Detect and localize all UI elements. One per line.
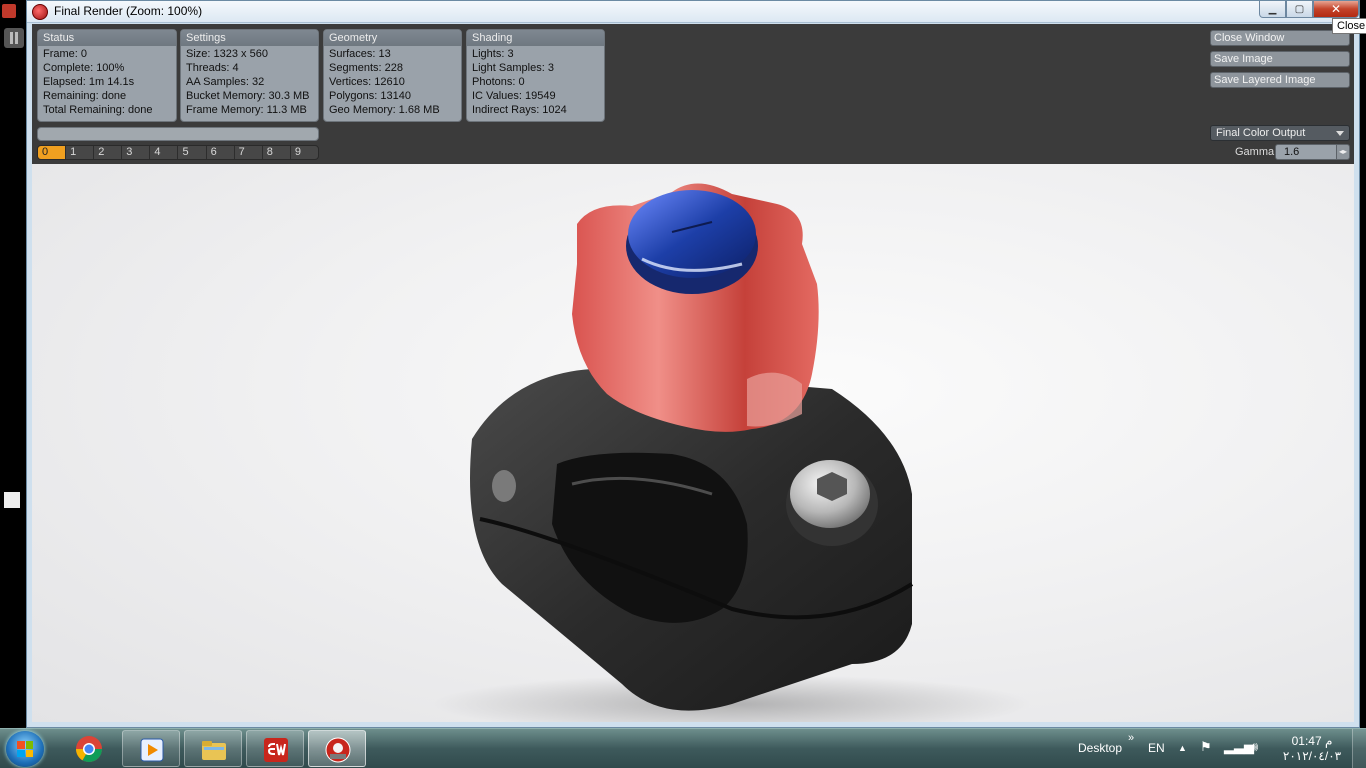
frame-tab-6[interactable]: 6 [207,146,235,159]
render-progress-bar [37,127,319,141]
gamma-spinner[interactable]: ◂▸ [1337,144,1350,160]
clock-date: ٢٠١٢/٠٤/٠٣ [1282,749,1342,763]
shading-ic-values: IC Values: 19549 [472,90,556,102]
background-widget [4,492,20,508]
render-info-panel: Status Frame: 0 Complete: 100% Elapsed: … [32,24,1354,164]
settings-threads: Threads: 4 [186,62,239,74]
minimize-button[interactable]: ▁ [1259,1,1286,18]
status-elapsed: Elapsed: 1m 14.1s [43,76,135,88]
status-panel: Status Frame: 0 Complete: 100% Elapsed: … [37,29,177,122]
shading-panel: Shading Lights: 3 Light Samples: 3 Photo… [466,29,605,122]
flag-icon[interactable]: ⚑ [1200,739,1212,755]
chrome-icon [75,736,103,763]
status-remaining: Remaining: done [43,90,127,102]
rendered-clamp-image [432,183,1032,722]
close-window-button[interactable]: Close Window [1210,30,1350,46]
geometry-polygons: Polygons: 13140 [329,90,411,102]
pause-icon[interactable] [4,28,24,48]
windows-logo-icon [17,741,33,757]
show-desktop-button[interactable] [1352,729,1366,768]
frame-tab-5[interactable]: 5 [178,146,207,159]
settings-header: Settings [181,30,318,46]
shading-header: Shading [467,30,604,46]
geometry-segments: Segments: 228 [329,62,403,74]
system-clock[interactable]: 01:47 م ٢٠١٢/٠٤/٠٣ [1282,734,1342,764]
close-tooltip: Close [1332,18,1366,34]
media-player-icon [140,738,164,762]
close-button[interactable]: ✕ [1313,1,1359,18]
frame-tab-7[interactable]: 7 [235,146,263,159]
render-app-icon[interactable] [32,4,48,20]
shading-indirect-rays: Indirect Rays: 1024 [472,104,567,116]
volume-icon[interactable]: 🔊︎ [1250,739,1258,755]
settings-size: Size: 1323 x 560 [186,48,268,60]
frame-tab-1[interactable]: 1 [66,146,95,159]
geometry-header: Geometry [324,30,461,46]
title-bar[interactable]: Final Render (Zoom: 100%) ▁ ▢ ✕ [27,1,1359,23]
save-image-button[interactable]: Save Image [1210,51,1350,67]
desktop-toolbar-label[interactable]: Desktop [1078,741,1122,755]
output-select[interactable]: Final Color Output [1210,125,1350,141]
frame-tab-9[interactable]: 9 [291,146,318,159]
geometry-memory: Geo Memory: 1.68 MB [329,104,440,116]
gamma-input[interactable]: 1.6 [1275,144,1337,160]
frame-selector: 0 1 2 3 4 5 6 7 8 9 [37,145,319,160]
geometry-panel: Geometry Surfaces: 13 Segments: 228 Vert… [323,29,462,122]
folder-icon [202,741,226,760]
shading-photons: Photons: 0 [472,76,525,88]
background-app-icon[interactable] [2,4,16,18]
frame-tab-3[interactable]: 3 [122,146,151,159]
shading-lights: Lights: 3 [472,48,514,60]
start-button[interactable] [6,731,44,767]
geometry-surfaces: Surfaces: 13 [329,48,391,60]
taskbar-explorer[interactable] [184,730,242,767]
window-controls: ▁ ▢ ✕ [1259,1,1359,19]
status-total-remaining: Total Remaining: done [43,104,153,116]
window-title: Final Render (Zoom: 100%) [54,4,203,18]
chevron-down-icon [1336,131,1344,136]
taskbar-solidworks[interactable] [246,730,304,767]
settings-bucket-memory: Bucket Memory: 30.3 MB [186,90,310,102]
toolbar-expand-icon[interactable]: » [1128,732,1134,744]
geometry-vertices: Vertices: 12610 [329,76,405,88]
settings-aa-samples: AA Samples: 32 [186,76,265,88]
solidworks-icon [264,738,288,762]
status-complete: Complete: 100% [43,62,125,74]
taskbar: Desktop » EN ▲ ⚑ ▂▃▅ 🔊︎ 01:47 م ٢٠١٢/٠٤/… [0,728,1366,768]
final-render-window: Final Render (Zoom: 100%) ▁ ▢ ✕ Status F… [26,0,1360,728]
settings-frame-memory: Frame Memory: 11.3 MB [186,104,307,116]
save-layered-image-button[interactable]: Save Layered Image [1210,72,1350,88]
frame-tab-4[interactable]: 4 [150,146,179,159]
language-indicator[interactable]: EN [1148,741,1165,755]
settings-panel: Settings Size: 1323 x 560 Threads: 4 AA … [180,29,319,122]
taskbar-chrome[interactable] [60,730,118,767]
render-viewport [32,164,1354,722]
maximize-button[interactable]: ▢ [1286,1,1313,18]
render-app-icon [325,737,351,763]
status-frame: Frame: 0 [43,48,88,60]
shading-light-samples: Light Samples: 3 [472,62,554,74]
desktop-screen: Final Render (Zoom: 100%) ▁ ▢ ✕ Status F… [0,0,1366,768]
frame-tab-0[interactable]: 0 [38,146,67,159]
tray-expand-icon[interactable]: ▲ [1178,743,1187,753]
status-header: Status [38,30,176,46]
background-app-strip [0,0,28,728]
frame-tab-8[interactable]: 8 [263,146,291,159]
clock-time: 01:47 م [1291,734,1333,748]
taskbar-media-player[interactable] [122,730,180,767]
frame-tab-2[interactable]: 2 [94,146,123,159]
output-select-value: Final Color Output [1216,127,1306,139]
taskbar-photoview[interactable] [308,730,366,767]
gamma-label: Gamma [1235,146,1275,158]
